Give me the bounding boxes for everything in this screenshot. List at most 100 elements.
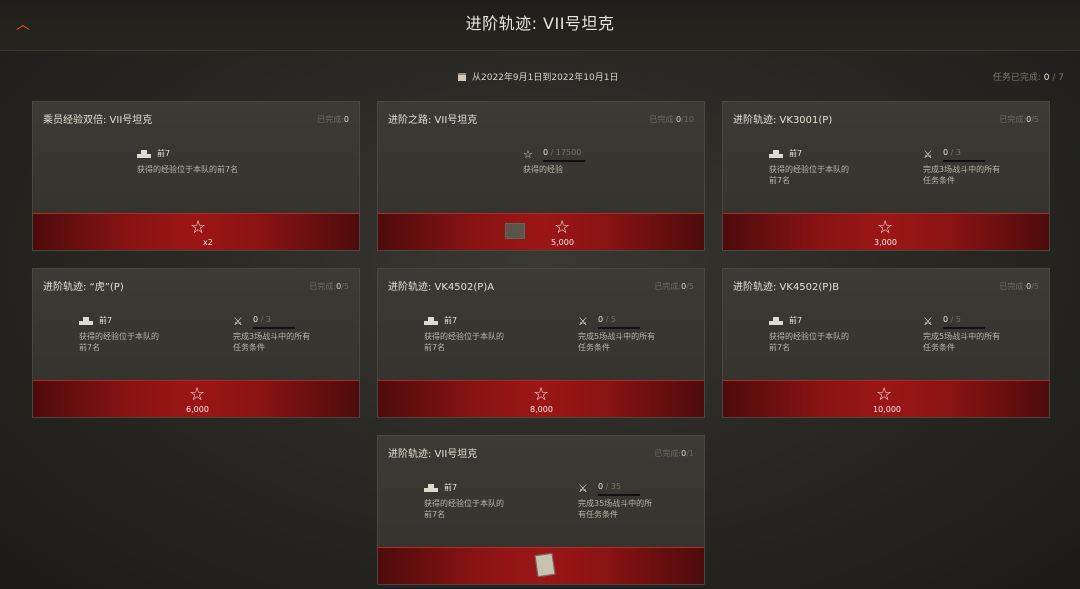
condition-progress-bar: [598, 327, 640, 329]
condition-icon: ⚔: [923, 315, 941, 329]
progress-done: 0: [343, 115, 349, 124]
mission-condition: 前7 获得的经验位于本队的前7名: [79, 315, 219, 355]
page-title: 进阶轨迹: VII号坦克: [465, 14, 615, 33]
mission-card[interactable]: 进阶轨迹: VK3001(P) 已完成:0/5 前7 获得的经验位于本队的前7名 …: [722, 101, 1050, 251]
mission-progress: 已完成:0/5: [999, 114, 1039, 125]
condition-current: 前7: [444, 483, 458, 492]
mission-condition: ⚔ 0 / 3 完成3场战斗中的所有任务条件: [233, 315, 373, 355]
condition-current: 0: [598, 315, 604, 324]
condition-icon: ⚔: [578, 482, 596, 496]
mission-condition: 前7 获得的经验位于本队的前7名: [769, 315, 909, 355]
condition-icon: ⚔: [923, 148, 941, 162]
condition-value: 0 / 5: [943, 315, 961, 324]
tasks-completed-count: 0: [1043, 73, 1050, 83]
condition-value: 前7: [99, 315, 115, 326]
condition-current: 前7: [157, 149, 171, 158]
condition-current: 前7: [444, 316, 458, 325]
mission-card[interactable]: 进阶轨迹: VII号坦克 已完成:0/1 前7 获得的经验位于本队的前7名 ⚔ 0…: [377, 435, 705, 585]
mission-condition: ⚔ 0 / 5 完成5场战斗中的所有任务条件: [923, 315, 1063, 355]
mission-card[interactable]: 进阶之路: VII号坦克 已完成:0/10 ☆ 0 / 17500 获得的经验 ☆…: [377, 101, 705, 251]
condition-current: 前7: [789, 149, 803, 158]
date-range: 从2022年9月1日到2022年10月1日: [458, 70, 618, 83]
mission-progress: 已完成:0/10: [649, 114, 694, 125]
condition-current: 前7: [789, 316, 803, 325]
condition-icon: [137, 148, 155, 162]
condition-icon: [769, 315, 787, 329]
condition-progress-bar: [543, 160, 585, 162]
progress-total: /5: [1031, 115, 1039, 124]
condition-value: 0 / 17500: [543, 148, 581, 157]
condition-description: 完成3场战斗中的所有任务条件: [233, 332, 311, 352]
condition-current: 0: [943, 315, 949, 324]
progress-total: /1: [686, 449, 694, 458]
condition-total: / 3: [260, 315, 271, 324]
condition-icon: [79, 315, 97, 329]
tank-icon: [769, 317, 783, 325]
condition-value: 前7: [789, 148, 805, 159]
crossed-swords-icon: ⚔: [578, 482, 588, 495]
crossed-swords-icon: ⚔: [923, 148, 933, 161]
mission-card[interactable]: 乘员经验双倍: VII号坦克 已完成:0 前7 获得的经验位于本队的前7名 ☆ x2: [32, 101, 360, 251]
condition-value: 前7: [444, 315, 460, 326]
condition-progress-bar: [598, 494, 640, 496]
mission-card[interactable]: 进阶轨迹: VK4502(P)B 已完成:0/5 前7 获得的经验位于本队的前7名…: [722, 268, 1050, 418]
condition-value: 0 / 3: [253, 315, 271, 324]
star-icon: ☆: [876, 384, 893, 405]
tank-item-icon: [505, 223, 525, 239]
reward-strip: ☆ 10,000: [723, 380, 1049, 417]
progress-label: 已完成:: [654, 449, 682, 458]
crossed-swords-icon: ⚔: [233, 315, 243, 328]
mission-progress: 已完成:0: [317, 114, 349, 125]
progress-total: /10: [681, 115, 694, 124]
mission-title: 进阶轨迹: VII号坦克: [388, 449, 478, 460]
mission-title: 进阶轨迹: “虎”(P): [43, 282, 124, 293]
condition-current: 前7: [99, 316, 113, 325]
condition-current: 0: [253, 315, 259, 324]
reward-strip: ☆ 8,000: [378, 380, 704, 417]
mission-title: 进阶轨迹: VK4502(P)A: [388, 282, 495, 293]
reward-amount: 5,000: [551, 238, 574, 247]
condition-icon: ⚔: [233, 315, 251, 329]
reward-amount: 10,000: [873, 405, 901, 414]
date-range-text: 从2022年9月1日到2022年10月1日: [472, 73, 619, 83]
condition-icon: ⚔: [578, 315, 596, 329]
progress-label: 已完成:: [999, 115, 1027, 124]
mission-condition: 前7 获得的经验位于本队的前7名: [424, 482, 564, 522]
condition-value: 0 / 5: [598, 315, 616, 324]
condition-progress-bar: [253, 327, 295, 329]
condition-description: 完成3场战斗中的所有任务条件: [923, 165, 1001, 185]
condition-description: 获得的经验位于本队的前7名: [79, 332, 159, 352]
condition-description: 获得的经验位于本队的前7名: [137, 165, 239, 174]
sub-header: 从2022年9月1日到2022年10月1日 任务已完成: 0 / 7: [0, 66, 1080, 86]
progress-label: 已完成:: [309, 282, 337, 291]
tank-icon: [424, 484, 438, 492]
condition-total: / 35: [605, 482, 622, 491]
condition-current: 0: [543, 148, 549, 157]
tank-icon: [137, 150, 151, 158]
mission-condition: ⚔ 0 / 5 完成5场战斗中的所有任务条件: [578, 315, 718, 355]
star-icon: ☆: [533, 384, 550, 405]
crossed-swords-icon: ⚔: [578, 315, 588, 328]
tasks-completed-label: 任务已完成:: [992, 73, 1041, 83]
condition-icon: ☆: [523, 148, 541, 162]
star-icon: ☆: [554, 217, 571, 238]
condition-value: 0 / 3: [943, 148, 961, 157]
condition-current: 0: [598, 482, 604, 491]
reward-amount: 6,000: [186, 405, 209, 414]
condition-value: 前7: [157, 148, 173, 159]
reward-strip: ☆ 5,000: [378, 213, 704, 250]
star-icon: ☆: [189, 384, 206, 405]
progress-total: /5: [686, 282, 694, 291]
mission-condition: 前7 获得的经验位于本队的前7名: [137, 148, 277, 188]
mission-progress: 已完成:0/5: [999, 281, 1039, 292]
condition-total: / 5: [950, 315, 961, 324]
condition-icon: [424, 482, 442, 496]
condition-total: / 5: [605, 315, 616, 324]
condition-description: 获得的经验位于本队的前7名: [769, 165, 849, 185]
condition-description: 完成35场战斗中的所有任务条件: [578, 499, 653, 519]
mission-title: 进阶之路: VII号坦克: [388, 115, 478, 126]
mission-card[interactable]: 进阶轨迹: “虎”(P) 已完成:0/5 前7 获得的经验位于本队的前7名 ⚔ 0…: [32, 268, 360, 418]
star-icon: ☆: [877, 217, 894, 238]
mission-card[interactable]: 进阶轨迹: VK4502(P)A 已完成:0/5 前7 获得的经验位于本队的前7名…: [377, 268, 705, 418]
condition-description: 获得的经验位于本队的前7名: [424, 332, 504, 352]
